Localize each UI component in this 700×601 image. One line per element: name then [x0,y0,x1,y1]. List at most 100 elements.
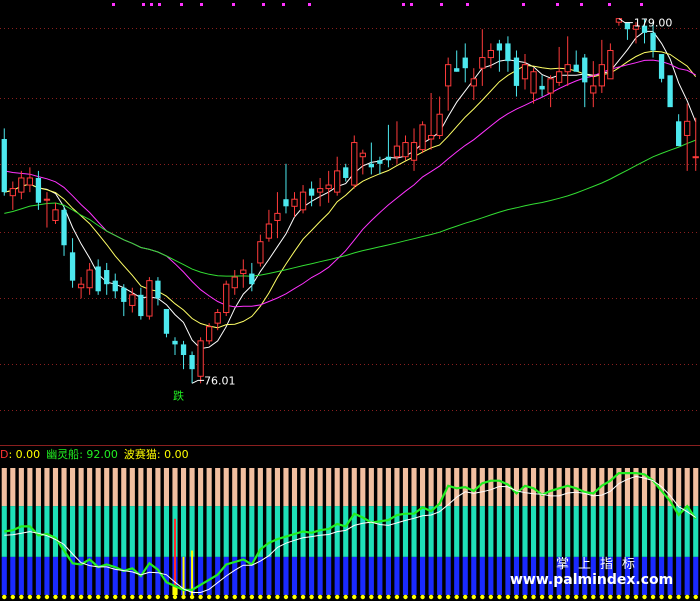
top-marker-dot [410,3,413,6]
indicator-baseline-dot [497,594,502,600]
indicator-poseidon-value: : 0.00 [157,448,189,461]
candle-body [206,326,213,342]
indicator-bar-blue [360,556,366,595]
indicator-bar-teal [548,506,554,557]
indicator-bar-salmon [27,468,33,507]
candle-body [129,294,136,306]
indicator-bar-salmon [420,468,426,507]
indicator-bar-teal [385,506,391,557]
indicator-bar-teal [189,506,195,557]
candle-body [470,78,477,87]
candle-body [402,142,409,158]
indicator-bar-blue [155,556,161,595]
candle[interactable] [146,277,153,320]
top-marker-dot [556,3,559,6]
indicator-baseline-dot [488,594,494,600]
indicator-bar-salmon [172,468,178,507]
indicator-baseline-dot [471,594,476,600]
indicator-bar-blue [121,556,127,595]
indicator-baseline-dot [44,594,50,600]
indicator-baseline-dot [275,594,280,600]
indicator-bar-teal [215,506,221,557]
indicator-bar-blue [317,556,323,595]
candle[interactable] [197,337,204,384]
indicator-bar-teal [573,506,579,557]
indicator-bar-salmon [351,468,357,507]
indicator-bar-teal [437,506,443,557]
indicator-bar-teal [377,506,383,557]
top-marker-dot [640,3,643,6]
candle-body [676,121,682,147]
indicator-bar-salmon [385,468,391,507]
candle-body [377,160,383,164]
candle-body [197,340,204,377]
candle-body [155,280,161,299]
candle-body [513,57,520,86]
candle-body [1,139,7,193]
indicator-bar-blue [368,556,374,595]
top-marker-dot [282,3,285,6]
indicator-baseline-dot [300,594,306,600]
candle[interactable] [351,135,358,189]
candle[interactable] [667,75,673,108]
candle-body [86,269,93,289]
indicator-bar-salmon [693,468,699,507]
indicator-bar-teal [326,506,332,557]
indicator-bar-salmon [35,468,41,507]
indicator-bar-blue [112,556,118,595]
top-marker-dot [142,3,145,6]
indicator-bar-salmon [206,468,212,507]
candle[interactable] [419,121,426,154]
candle[interactable] [163,308,170,338]
indicator-bar-teal [428,506,434,557]
indicator-bar-teal [488,506,494,557]
indicator-bar-salmon [684,468,690,507]
indicator-bar-teal [454,506,460,557]
candle[interactable] [223,280,230,317]
indicator-bar-blue [411,556,417,595]
indicator-baseline-dot [27,594,33,600]
candle-body [189,355,195,370]
indicator-baseline-dot [463,594,468,600]
indicator-bar-teal [44,506,50,557]
candle-body [521,64,529,80]
candle[interactable] [658,54,665,83]
indicator-baseline-dot [394,594,400,600]
indicator-baseline-dot [411,594,417,600]
indicator-bar-teal [659,506,665,557]
indicator-bar-salmon [360,468,366,507]
stock-chart[interactable]: 179.00 76.01 跌 D: 0.00 幽灵船: 92.00 波赛猫: 0.0… [0,0,700,601]
candle-body [598,64,605,87]
indicator-bar-salmon [283,468,289,507]
indicator-bar-teal [505,506,511,557]
candle-body [547,78,554,94]
indicator-bar-blue [454,556,460,595]
indicator-baseline-dot [121,594,126,600]
candle-body [223,283,230,314]
indicator-bar-blue [266,556,272,595]
indicator-bar-salmon [232,468,238,507]
indicator-bar-salmon [155,468,161,507]
indicator-bar-salmon [274,468,280,507]
indicator-bar-teal [582,506,588,557]
candle-body [18,177,25,193]
indicator-baseline-dot [266,594,272,600]
indicator-baseline-dot [87,594,92,600]
candle-body [316,188,324,193]
candle-body [385,156,392,161]
top-marker-dot [402,3,405,6]
indicator-bar-blue [471,556,477,595]
candle[interactable] [206,323,213,345]
indicator-baseline-dot [198,594,203,600]
indicator-bar-salmon [326,468,332,507]
indicator-bar-salmon [317,468,323,507]
indicator-baseline-dot [70,594,75,600]
indicator-bar-blue [198,556,204,595]
indicator-bar-salmon [61,468,67,507]
candle-body [650,32,656,51]
indicator-bar-blue [684,556,690,595]
indicator-bar-salmon [146,468,152,507]
indicator-bar-teal [129,506,135,557]
indicator-baseline-dot [334,594,340,600]
indicator-bar-salmon [163,468,170,507]
